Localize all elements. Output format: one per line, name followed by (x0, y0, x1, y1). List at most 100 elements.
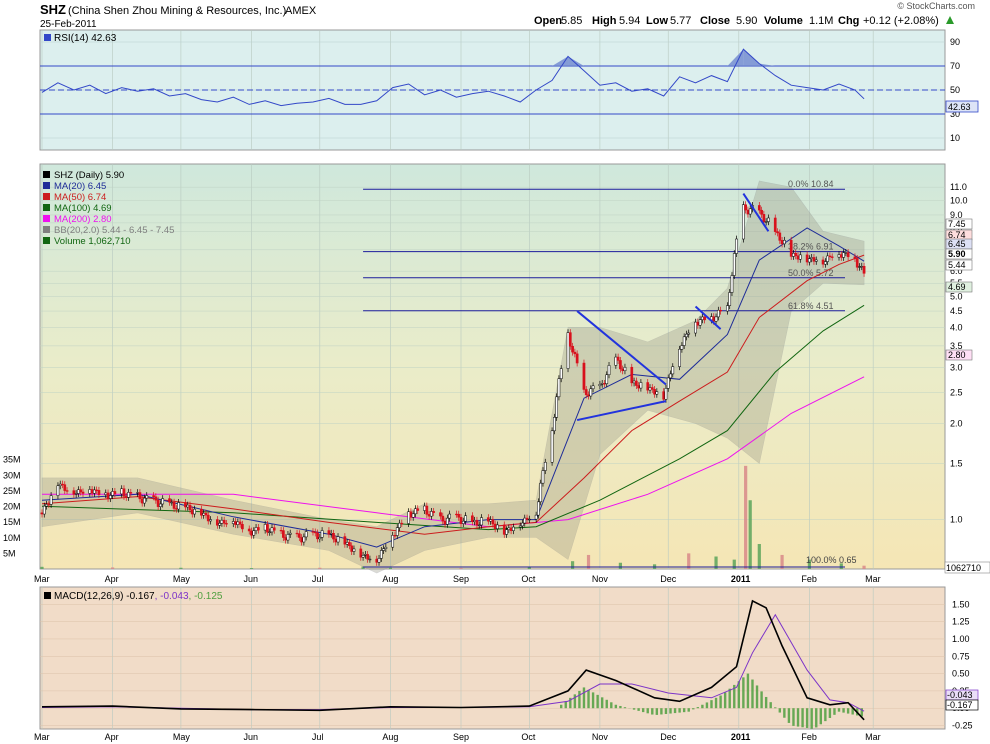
candle-body (537, 501, 540, 516)
macd-histogram-bar (682, 708, 686, 713)
x-tick-label: Nov (592, 574, 609, 584)
candle-body (343, 536, 347, 545)
candle-body (632, 380, 636, 384)
macd-y-axis: -0.250.000.250.500.751.001.251.50 (952, 599, 973, 730)
legend-label: BB(20,2.0) 5.44 - 6.45 - 7.45 (54, 225, 174, 236)
low-value: 5.77 (670, 15, 691, 27)
candle-body (767, 217, 770, 222)
candle-body (127, 492, 130, 498)
chart-date: 25-Feb-2011 (40, 19, 97, 30)
x-tick-label: Dec (660, 732, 677, 742)
candle-body (395, 527, 399, 536)
x-tick-label: Sep (453, 732, 469, 742)
macd-histogram-bar (687, 708, 690, 712)
macd-histogram-bar (842, 708, 845, 713)
x-tick-label: Mar (34, 732, 50, 742)
candle-body (591, 385, 595, 390)
candle-body (361, 555, 365, 558)
price-value-label: 6.45 (948, 239, 966, 249)
candle-body (209, 519, 212, 522)
candle-body (65, 490, 69, 492)
macd-histogram-bar (641, 708, 645, 713)
x-tick-label: Nov (592, 732, 609, 742)
candle-body (509, 527, 513, 531)
price-tick-label: 4.0 (950, 322, 963, 332)
candle-body (368, 558, 372, 561)
candle-body (523, 517, 527, 524)
volume-bar (748, 500, 752, 569)
candle-body (605, 374, 609, 384)
candle-body (744, 204, 747, 211)
candle-body (828, 255, 832, 258)
macd-tick-label: 0.50 (952, 669, 970, 679)
candle-body (648, 387, 652, 391)
candle-body (288, 532, 292, 535)
candle-body (90, 489, 94, 494)
candle-body (650, 387, 654, 390)
high-value: 5.94 (619, 15, 640, 27)
candle-body (812, 257, 816, 262)
volume-tick-label: 30M (3, 470, 21, 480)
candle-body (505, 529, 508, 535)
candle-body (416, 508, 420, 511)
legend-swatch (43, 215, 50, 222)
volume-bar (862, 565, 866, 569)
candle-body (302, 536, 306, 543)
volume-bar (249, 568, 254, 569)
candle-body (502, 524, 506, 535)
macd-histogram-bar (828, 708, 832, 718)
candle-body (821, 259, 825, 265)
candle-body (104, 492, 108, 495)
price-value-label: 2.80 (948, 350, 966, 360)
candle-body (600, 383, 604, 385)
candle-body (616, 356, 620, 361)
candle-body (439, 512, 442, 517)
macd-histogram-bar (596, 694, 599, 709)
candle-body (575, 353, 579, 364)
x-tick-label: Mar (34, 574, 50, 584)
candle-body (443, 520, 447, 525)
candle-body (61, 483, 64, 486)
candle-body (716, 309, 720, 318)
candle-body (557, 378, 561, 398)
price-tick-label: 1.5 (950, 458, 963, 468)
candle-body (550, 430, 554, 463)
legend-swatch (43, 237, 50, 244)
x-tick-label: Oct (521, 574, 536, 584)
candle-body (678, 348, 681, 367)
macd-histogram-bar (573, 694, 577, 709)
macd-histogram-bar (783, 708, 786, 718)
macd-tick-label: -0.25 (952, 721, 973, 731)
candle-body (423, 505, 426, 511)
candle-body (477, 524, 481, 527)
candle-body (111, 491, 114, 496)
candle-body (543, 462, 547, 471)
x-tick-label: Dec (660, 574, 677, 584)
macd-histogram-bar (719, 695, 722, 709)
candle-body (74, 493, 78, 495)
volume-y-axis: 5M 10M 15M 20M 25M 30M 35M (3, 455, 21, 559)
macd-histogram-bar (605, 699, 608, 709)
candle-body (311, 531, 315, 533)
candle-body (256, 527, 260, 531)
candle-body (568, 332, 572, 347)
candle-body (728, 292, 732, 306)
candle-body (88, 489, 92, 494)
price-tick-label: 4.5 (950, 306, 963, 316)
volume-bar (732, 559, 736, 569)
candle-body (541, 470, 545, 484)
candle-body (518, 525, 522, 528)
candle-body (776, 231, 779, 234)
macd-histogram-bar (587, 689, 590, 709)
candle-body (671, 366, 675, 375)
macd-histogram-bar (692, 708, 695, 710)
candle-body (400, 522, 404, 525)
candle-body (215, 519, 219, 526)
candle-body (534, 514, 538, 520)
candle-body (587, 394, 590, 397)
macd-histogram-bar (623, 707, 627, 709)
candle-body (694, 321, 697, 334)
candle-body (200, 508, 203, 516)
volume-bar (527, 567, 531, 569)
candle-body (218, 522, 221, 526)
